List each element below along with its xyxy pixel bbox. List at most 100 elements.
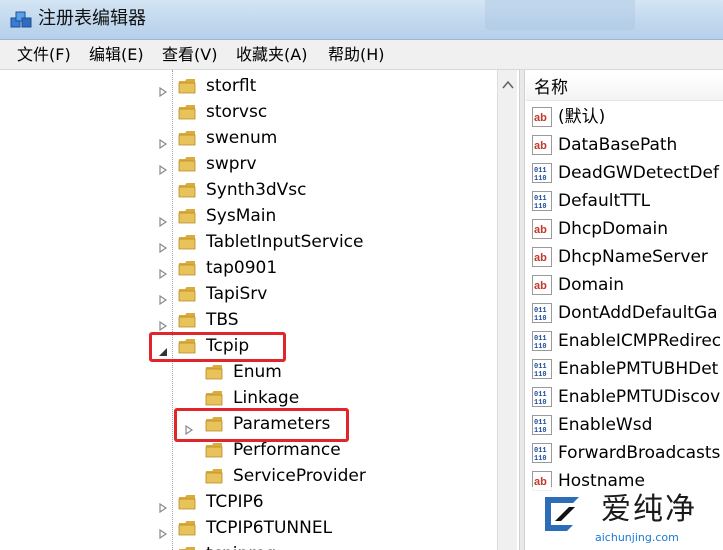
- svg-text:110: 110: [534, 343, 547, 351]
- value-name: DeadGWDetectDef: [558, 163, 719, 183]
- value-name: EnableICMPRedirec: [558, 331, 722, 351]
- tree-item-tcpip6tunnel[interactable]: TCPIP6TUNNEL: [10, 516, 497, 542]
- binary-value-icon: 011 110: [532, 443, 552, 463]
- tree-item-label: TabletInputService: [206, 232, 364, 252]
- tree-item-label: tap0901: [206, 258, 278, 278]
- tree-item-label: Tcpip: [206, 336, 250, 356]
- pane-splitter[interactable]: [519, 70, 525, 550]
- value-row[interactable]: 011 110 EnablePMTUDiscov: [526, 383, 723, 411]
- tree-item-label: ServiceProvider: [233, 466, 366, 486]
- folder-icon: [205, 441, 223, 459]
- tree-item-swprv[interactable]: swprv: [10, 152, 497, 178]
- watermark-text: 爱纯净: [601, 492, 697, 527]
- svg-text:ab: ab: [534, 252, 547, 264]
- tree-item-storvsc[interactable]: storvsc: [10, 100, 497, 126]
- scroll-up-icon[interactable]: [502, 80, 514, 90]
- tree-item-tcpip[interactable]: Tcpip: [10, 334, 497, 360]
- value-row[interactable]: 011 110 ForwardBroadcasts: [526, 439, 723, 467]
- menu-edit[interactable]: 编辑(E): [89, 44, 144, 66]
- menu-favorites[interactable]: 收藏夹(A): [236, 44, 307, 66]
- value-row[interactable]: 011 110 EnablePMTUBHDet: [526, 355, 723, 383]
- menu-help[interactable]: 帮助(H): [328, 44, 385, 66]
- tree-item-tapisrv[interactable]: TapiSrv: [10, 282, 497, 308]
- collapsed-arrow-icon[interactable]: [158, 290, 168, 306]
- string-value-icon: ab: [532, 247, 552, 267]
- key-tree[interactable]: storflt storvsc swenum swprv Synth3dVsc SysMa…: [10, 70, 519, 550]
- folder-icon: [178, 493, 196, 511]
- value-row[interactable]: ab (默认): [526, 103, 723, 131]
- string-value-icon: ab: [532, 107, 552, 127]
- values-list[interactable]: 名称 ab (默认) ab DataBasePath 011 110 DeadGWDetec…: [526, 70, 723, 550]
- folder-icon: [178, 77, 196, 95]
- folder-icon: [178, 103, 196, 121]
- collapsed-arrow-icon[interactable]: [158, 82, 168, 98]
- regedit-icon: [10, 11, 32, 28]
- collapsed-arrow-icon[interactable]: [158, 524, 168, 540]
- svg-text:011: 011: [534, 391, 547, 399]
- column-header-name[interactable]: 名称: [526, 75, 723, 101]
- svg-text:ab: ab: [534, 280, 547, 292]
- value-row[interactable]: ab DhcpDomain: [526, 215, 723, 243]
- menu-view[interactable]: 查看(V): [162, 44, 217, 66]
- tree-item-linkage[interactable]: Linkage: [10, 386, 497, 412]
- svg-text:ab: ab: [534, 224, 547, 236]
- tree-item-performance[interactable]: Performance: [10, 438, 497, 464]
- collapsed-arrow-icon[interactable]: [158, 134, 168, 150]
- tree-item-label: TBS: [206, 310, 239, 330]
- string-value-icon: ab: [532, 135, 552, 155]
- menu-file[interactable]: 文件(F): [17, 44, 71, 66]
- svg-text:110: 110: [534, 455, 547, 463]
- value-row[interactable]: 011 110 EnableWsd: [526, 411, 723, 439]
- tree-item-serviceprovider[interactable]: ServiceProvider: [10, 464, 497, 490]
- collapsed-arrow-icon[interactable]: [158, 212, 168, 228]
- tree-item-parameters[interactable]: Parameters: [10, 412, 497, 438]
- value-row[interactable]: 011 110 DefaultTTL: [526, 187, 723, 215]
- folder-icon: [178, 259, 196, 277]
- tree-item-label: Linkage: [233, 388, 300, 408]
- tree-item-tcpip6[interactable]: TCPIP6: [10, 490, 497, 516]
- tree-item-tcpipreg[interactable]: tcpipreg: [10, 542, 497, 550]
- tree-item-tbs[interactable]: TBS: [10, 308, 497, 334]
- collapsed-arrow-icon[interactable]: [158, 238, 168, 254]
- value-name: EnablePMTUBHDet: [558, 359, 719, 379]
- collapsed-arrow-icon[interactable]: [158, 498, 168, 514]
- tree-scrollbar[interactable]: [497, 70, 517, 550]
- svg-text:ab: ab: [534, 112, 547, 124]
- value-row[interactable]: ab Domain: [526, 271, 723, 299]
- tree-item-label: TCPIP6TUNNEL: [206, 518, 333, 538]
- collapsed-arrow-icon[interactable]: [158, 264, 168, 280]
- binary-value-icon: 011 110: [532, 415, 552, 435]
- svg-text:011: 011: [534, 307, 547, 315]
- collapsed-arrow-icon[interactable]: [158, 160, 168, 176]
- tree-item-storflt[interactable]: storflt: [10, 74, 497, 100]
- expanded-arrow-icon[interactable]: [158, 342, 168, 356]
- tree-item-label: Parameters: [233, 414, 331, 434]
- value-row[interactable]: 011 110 DontAddDefaultGa: [526, 299, 723, 327]
- tree-item-label: TCPIP6: [206, 492, 264, 512]
- value-row[interactable]: 011 110 DeadGWDetectDef: [526, 159, 723, 187]
- tree-item-swenum[interactable]: swenum: [10, 126, 497, 152]
- folder-icon: [178, 233, 196, 251]
- folder-icon: [178, 155, 196, 173]
- value-row[interactable]: ab DataBasePath: [526, 131, 723, 159]
- tree-item-tap0901[interactable]: tap0901: [10, 256, 497, 282]
- binary-value-icon: 011 110: [532, 163, 552, 183]
- binary-value-icon: 011 110: [532, 359, 552, 379]
- tree-item-label: Performance: [233, 440, 341, 460]
- value-name: DefaultTTL: [558, 191, 651, 211]
- tree-item-sysmain[interactable]: SysMain: [10, 204, 497, 230]
- tree-item-label: TapiSrv: [206, 284, 268, 304]
- value-name: DataBasePath: [558, 135, 678, 155]
- value-row[interactable]: 011 110 EnableICMPRedirec: [526, 327, 723, 355]
- tree-item-tabletinputservice[interactable]: TabletInputService: [10, 230, 497, 256]
- value-name: (默认): [558, 107, 606, 127]
- value-row[interactable]: ab DhcpNameServer: [526, 243, 723, 271]
- tree-item-synth3dvsc[interactable]: Synth3dVsc: [10, 178, 497, 204]
- tree-item-enum[interactable]: Enum: [10, 360, 497, 386]
- tree-item-label: Synth3dVsc: [206, 180, 307, 200]
- folder-icon: [178, 545, 196, 550]
- binary-value-icon: 011 110: [532, 331, 552, 351]
- collapsed-arrow-icon[interactable]: [184, 420, 194, 436]
- collapsed-arrow-icon[interactable]: [158, 316, 168, 332]
- title-bar[interactable]: 注册表编辑器: [0, 0, 723, 40]
